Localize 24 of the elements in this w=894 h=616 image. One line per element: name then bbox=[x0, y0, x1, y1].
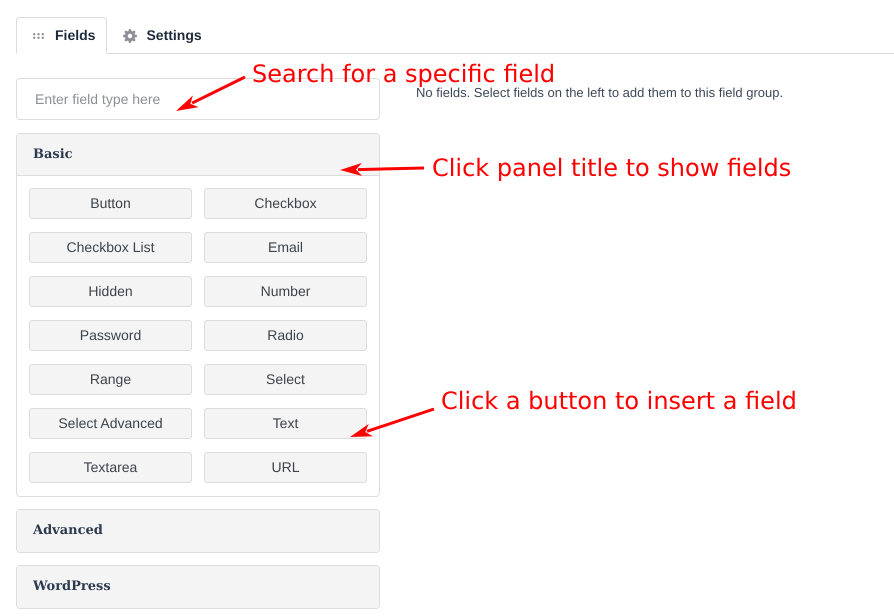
tab[interactable]: Fields bbox=[16, 17, 108, 54]
gear-icon bbox=[123, 28, 138, 42]
field-type-button[interactable]: Number bbox=[204, 276, 367, 307]
field-type-button[interactable]: Select Advanced bbox=[29, 408, 192, 439]
panel-header[interactable]: Basic bbox=[17, 134, 379, 176]
annotation-arrow bbox=[175, 74, 247, 113]
tab[interactable]: Settings bbox=[113, 17, 212, 54]
field-type-button[interactable]: Textarea bbox=[29, 452, 192, 483]
annotation-text: Click panel title to show fields bbox=[432, 156, 792, 180]
field-type-button[interactable]: Range bbox=[29, 364, 192, 395]
field-type-button[interactable]: Checkbox List bbox=[29, 232, 192, 263]
field-type-button[interactable]: Select bbox=[204, 364, 367, 395]
field-type-button[interactable]: Radio bbox=[204, 320, 367, 351]
field-type-button[interactable]: Button bbox=[29, 188, 192, 219]
field-type-button[interactable]: URL bbox=[204, 452, 367, 483]
panel-header[interactable]: Advanced bbox=[17, 510, 379, 552]
field-type-button[interactable]: Text bbox=[204, 408, 367, 439]
field-type-button[interactable]: Checkbox bbox=[204, 188, 367, 219]
field-type-button[interactable]: Hidden bbox=[29, 276, 192, 307]
dots-grid-icon bbox=[33, 32, 44, 38]
field-type-button[interactable]: Email bbox=[204, 232, 367, 263]
annotation-text: Click a button to insert a field bbox=[441, 389, 797, 413]
field-type-button[interactable]: Password bbox=[29, 320, 192, 351]
panel-header[interactable]: WordPress bbox=[17, 566, 379, 608]
